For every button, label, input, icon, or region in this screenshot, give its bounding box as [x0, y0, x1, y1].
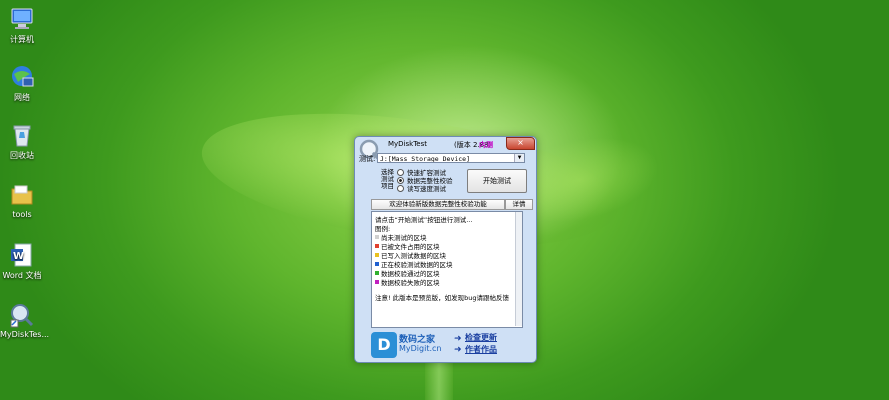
select-group-label: 选择测试项目 [381, 168, 394, 190]
desktop-icon-mydisktest[interactable]: MyDiskTes... [0, 302, 50, 339]
details-button[interactable]: 详情 [505, 199, 533, 210]
window-title: MyDiskTest [388, 140, 428, 148]
desktop-icon-label: Word 文档 [2, 271, 42, 280]
start-test-button[interactable]: 开始测试 [467, 169, 527, 193]
desktop-icon-label: MyDiskTes... [0, 330, 50, 339]
close-button[interactable]: × [506, 137, 535, 150]
desktop-icon-label: tools [12, 210, 32, 219]
log-textbox[interactable]: 请点击“开始测试”按钮进行测试... 图例: 尚未测试的区块 已被文件占用的区块… [371, 211, 523, 328]
folder-icon [9, 182, 35, 208]
legend-swatch [375, 244, 379, 248]
arrow-icon: ➜ [454, 334, 462, 344]
network-icon [9, 64, 35, 90]
legend-swatch [375, 235, 379, 239]
desktop-icon-label: 计算机 [10, 35, 34, 44]
desktop-icon-computer[interactable]: 计算机 [0, 6, 44, 45]
legend-swatch [375, 271, 379, 275]
mydigit-logo-icon[interactable]: D [371, 332, 397, 358]
word-document-icon: W [9, 242, 35, 268]
computer-icon [9, 6, 35, 32]
device-select[interactable]: J:[Mass Storage Device] ▼ [377, 153, 525, 163]
author-works-link[interactable]: 作者作品 [465, 344, 497, 355]
arrow-icon: ➜ [454, 345, 462, 355]
desktop-icon-word[interactable]: W Word 文档 [0, 242, 44, 281]
legend-swatch [375, 280, 379, 284]
recycle-bin-icon [9, 122, 35, 148]
desktop-icon-label: 回收站 [10, 151, 34, 160]
desktop-icon-recycle-bin[interactable]: 回收站 [0, 122, 44, 161]
beta-badge: 内测 [479, 141, 493, 149]
mydisktest-window: MyDiskTest (版本 2.88) 内测 × 测试: J:[Mass St… [354, 136, 537, 363]
option-read-write-speed-test[interactable]: 读写速度测试 [397, 183, 446, 193]
option-label: 读写速度测试 [407, 185, 446, 193]
info-line: 注意! 此版本是预览版，如发现bug请跟帖反馈 [375, 294, 510, 302]
device-select-value: J:[Mass Storage Device] [380, 155, 471, 163]
mydisktest-shortcut-icon [9, 302, 35, 328]
legend-swatch [375, 262, 379, 266]
radio-icon [397, 184, 404, 192]
scrollbar[interactable] [515, 212, 522, 326]
test-label: 测试: [359, 155, 376, 163]
brand-url[interactable]: MyDigit.cn [399, 344, 441, 353]
legend-item: 数据校验失败的区块 [375, 277, 440, 287]
desktop-icon-network[interactable]: 网络 [0, 64, 44, 103]
desktop-icon-tools[interactable]: tools [0, 182, 44, 219]
desktop-icon-label: 网络 [14, 93, 30, 102]
info-header: 欢迎体验新版数据完整性校验功能 [371, 199, 505, 210]
chevron-down-icon[interactable]: ▼ [514, 154, 524, 162]
legend-swatch [375, 253, 379, 257]
svg-text:W: W [13, 251, 24, 262]
check-update-link[interactable]: 检查更新 [465, 332, 497, 343]
footer: D 数码之家 MyDigit.cn ➜ 检查更新 ➜ 作者作品 [355, 329, 536, 362]
